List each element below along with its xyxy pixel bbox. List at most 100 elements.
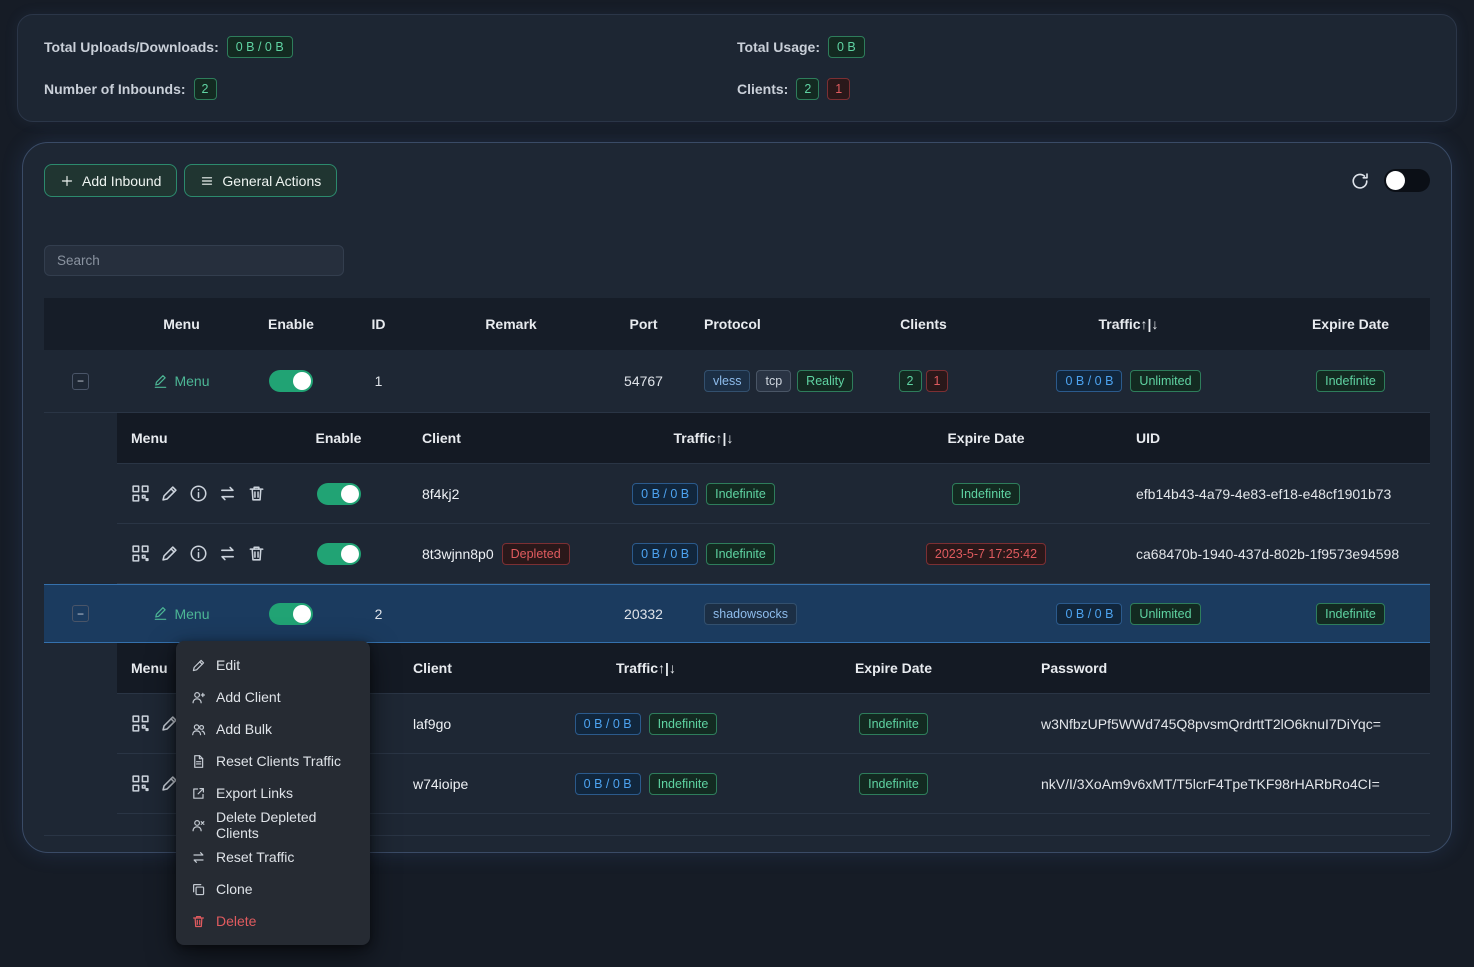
stats-right-column: Total Usage: 0 B Clients: 2 1 — [737, 35, 1430, 101]
menu-item-label: Add Client — [216, 689, 281, 705]
traffic-badge: 0 B / 0 B — [1056, 603, 1122, 625]
sub-header-traffic-sort[interactable]: Traffic↑|↓ — [556, 430, 851, 446]
plus-icon — [60, 174, 74, 188]
qrcode-icon[interactable] — [131, 484, 150, 503]
menu-item-add-client[interactable]: Add Client — [176, 681, 370, 713]
client-traffic-limit-badge: Indefinite — [649, 713, 718, 735]
user-x-icon — [191, 818, 206, 833]
expire-badge: Indefinite — [1316, 603, 1385, 625]
stats-left-column: Total Uploads/Downloads: 0 B / 0 B Numbe… — [44, 35, 737, 101]
menu-item-export-links[interactable]: Export Links — [176, 777, 370, 809]
client-enable-toggle[interactable] — [317, 543, 361, 565]
total-usage-label: Total Usage: — [737, 39, 820, 55]
inbound-menu-label: Menu — [174, 606, 209, 622]
export-icon — [191, 786, 206, 801]
edit-client-icon[interactable] — [160, 484, 179, 503]
header-menu: Menu — [117, 316, 246, 332]
copy-icon — [191, 882, 206, 897]
stat-total-usage: Total Usage: 0 B — [737, 35, 1430, 59]
edit-client-icon[interactable] — [160, 544, 179, 563]
menu-item-label: Delete Depleted Clients — [216, 809, 355, 841]
header-remark: Remark — [421, 316, 601, 332]
sub-header-traffic-sort[interactable]: Traffic↑|↓ — [531, 660, 761, 676]
info-icon[interactable] — [189, 484, 208, 503]
sub-header-enable: Enable — [291, 430, 386, 446]
client-row: 8t3wjnn8p0 Depleted 0 B / 0 B Indefinite… — [117, 524, 1430, 584]
qrcode-icon[interactable] — [131, 714, 150, 733]
theme-toggle[interactable] — [1384, 169, 1430, 192]
client-uid: ca68470b-1940-437d-802b-1f9573e94598 — [1121, 546, 1430, 562]
total-usage-value: 0 B — [828, 36, 865, 58]
edit-icon — [191, 658, 206, 673]
header-protocol: Protocol — [686, 316, 861, 332]
client-table-inbound-1: Menu Enable Client Traffic↑|↓ Expire Dat… — [117, 413, 1430, 584]
client-expire-badge: Indefinite — [859, 713, 928, 735]
user-plus-icon — [191, 690, 206, 705]
client-traffic-limit-badge: Indefinite — [649, 773, 718, 795]
client-name: laf9go — [386, 716, 531, 732]
clients-count-badge: 2 — [899, 370, 922, 392]
collapse-row-button[interactable]: − — [72, 605, 89, 622]
inbound-context-menu: Edit Add Client Add Bulk Reset Clients T… — [176, 641, 370, 945]
header-traffic-sort[interactable]: Traffic↑|↓ — [986, 316, 1271, 332]
clients-label: Clients: — [737, 81, 788, 97]
client-expire-badge: Indefinite — [952, 483, 1021, 505]
client-traffic-limit-badge: Indefinite — [706, 543, 775, 565]
inbound-enable-toggle[interactable] — [269, 603, 313, 625]
traffic-badge: 0 B / 0 B — [1056, 370, 1122, 392]
inbound-menu-label: Menu — [174, 373, 209, 389]
clients-depleted-badge: 1 — [926, 370, 949, 392]
client-password: w3NfbzUPf5WWd745Q8pvsmQrdrttT2lO6knuI7Di… — [1026, 716, 1430, 732]
delete-client-icon[interactable] — [247, 484, 266, 503]
menu-item-label: Edit — [216, 657, 240, 673]
client-expire-badge: Indefinite — [859, 773, 928, 795]
header-clients: Clients — [861, 316, 986, 332]
uploads-downloads-label: Total Uploads/Downloads: — [44, 39, 219, 55]
inbound-menu-button[interactable]: Menu — [153, 606, 209, 622]
menu-item-add-bulk[interactable]: Add Bulk — [176, 713, 370, 745]
inbounds-count-label: Number of Inbounds: — [44, 81, 186, 97]
collapse-row-button[interactable]: − — [72, 373, 89, 390]
stat-number-of-inbounds: Number of Inbounds: 2 — [44, 77, 737, 101]
sub-header-password: Password — [1026, 660, 1430, 676]
menu-item-label: Reset Clients Traffic — [216, 753, 341, 769]
menu-item-clone[interactable]: Clone — [176, 873, 370, 905]
search-input[interactable] — [44, 245, 344, 276]
add-inbound-button[interactable]: Add Inbound — [44, 164, 177, 197]
client-name: w74ioipe — [386, 776, 531, 792]
inbound-port: 20332 — [601, 606, 686, 622]
menu-item-label: Delete — [216, 913, 256, 929]
qrcode-icon[interactable] — [131, 544, 150, 563]
clients-depleted-value: 1 — [827, 78, 850, 100]
menu-item-delete[interactable]: Delete — [176, 905, 370, 937]
refresh-icon[interactable] — [1350, 171, 1370, 191]
inbounds-table-header: Menu Enable ID Remark Port Protocol Clie… — [44, 298, 1430, 350]
client-traffic-badge: 0 B / 0 B — [575, 713, 641, 735]
menu-item-reset-clients-traffic[interactable]: Reset Clients Traffic — [176, 745, 370, 777]
client-traffic-limit-badge: Indefinite — [706, 483, 775, 505]
client-name: 8t3wjnn8p0 — [422, 546, 494, 562]
inbound-row-2: − Menu 2 20332 shadowsocks 0 B / 0 B Unl… — [44, 584, 1430, 643]
qrcode-icon[interactable] — [131, 774, 150, 793]
menu-item-reset-traffic[interactable]: Reset Traffic — [176, 841, 370, 873]
header-port: Port — [601, 316, 686, 332]
transport-tag: tcp — [756, 370, 791, 392]
menu-item-delete-depleted-clients[interactable]: Delete Depleted Clients — [176, 809, 370, 841]
reset-traffic-icon[interactable] — [218, 484, 237, 503]
add-inbound-label: Add Inbound — [82, 173, 161, 189]
client-enable-toggle[interactable] — [317, 483, 361, 505]
reset-traffic-icon[interactable] — [218, 544, 237, 563]
client-uid: efb14b43-4a79-4e83-ef18-e48cf1901b73 — [1121, 486, 1430, 502]
inbound-menu-button[interactable]: Menu — [153, 373, 209, 389]
general-actions-button[interactable]: General Actions — [184, 164, 337, 197]
menu-item-edit[interactable]: Edit — [176, 649, 370, 681]
header-enable: Enable — [246, 316, 336, 332]
hamburger-icon — [200, 174, 214, 188]
info-icon[interactable] — [189, 544, 208, 563]
inbound-enable-toggle[interactable] — [269, 370, 313, 392]
sub-header-client: Client — [386, 430, 556, 446]
toolbar: Add Inbound General Actions — [44, 164, 1430, 197]
inbound-id: 2 — [336, 606, 421, 622]
inbound-id: 1 — [336, 373, 421, 389]
delete-client-icon[interactable] — [247, 544, 266, 563]
